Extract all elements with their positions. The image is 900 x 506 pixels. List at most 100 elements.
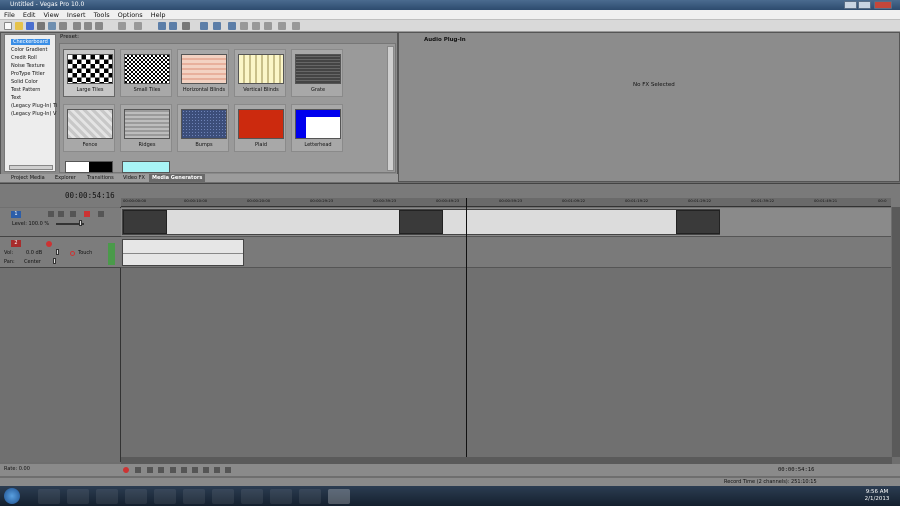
app-taskbar-icon[interactable] [270, 489, 292, 504]
play-icon[interactable] [158, 467, 164, 473]
play-from-start-icon[interactable] [147, 467, 153, 473]
generator-test-pattern[interactable]: Test Pattern [11, 87, 40, 93]
loop-icon[interactable] [135, 467, 141, 473]
zoom-tool-icon[interactable] [200, 22, 208, 30]
audio-event[interactable] [122, 239, 244, 266]
copy-icon[interactable] [73, 22, 81, 30]
automation-icon[interactable] [70, 251, 75, 256]
preset-fence[interactable]: Fence [63, 104, 115, 152]
minimize-button[interactable] [844, 1, 857, 9]
generator-list-hscroll[interactable] [9, 165, 53, 170]
preset-vertical-blinds[interactable]: Vertical Blinds [234, 49, 286, 97]
snapping-icon[interactable] [213, 22, 221, 30]
properties-icon[interactable] [37, 22, 45, 30]
automation-mode[interactable]: Touch [78, 250, 92, 256]
tab-explorer[interactable]: Explorer [52, 174, 79, 182]
close-button[interactable] [874, 1, 892, 9]
audio-track-header[interactable]: 2 Vol: 0.0 dB Touch Pan: Center [0, 237, 121, 268]
arm-record-icon[interactable] [46, 241, 52, 247]
go-to-start-icon[interactable] [192, 467, 198, 473]
tab-transitions[interactable]: Transitions [84, 174, 117, 182]
video-track-header[interactable]: 1 Level: 100.0 % [0, 208, 121, 237]
generator-color-gradient[interactable]: Color Gradient [11, 47, 47, 53]
preset-ridges[interactable]: Ridges [120, 104, 172, 152]
preset-vscroll[interactable] [387, 46, 394, 171]
ignore-grouping-icon[interactable] [264, 22, 272, 30]
track-fx-icon[interactable] [70, 211, 76, 217]
menu-view[interactable]: View [39, 10, 62, 20]
menu-tools[interactable]: Tools [90, 10, 114, 20]
playhead-cursor[interactable] [466, 198, 467, 457]
vegas-taskbar-icon[interactable] [328, 489, 350, 504]
undo-icon[interactable] [118, 22, 126, 30]
preset-horizontal-blinds[interactable]: Horizontal Blinds [177, 49, 229, 97]
go-to-end-icon[interactable] [203, 467, 209, 473]
explorer-taskbar-icon[interactable] [38, 489, 60, 504]
timeline-hscroll[interactable] [121, 457, 892, 464]
lock-envelopes-icon[interactable] [252, 22, 260, 30]
menu-insert[interactable]: Insert [63, 10, 90, 20]
bypass-motion-blur-icon[interactable] [48, 211, 54, 217]
open-icon[interactable] [15, 22, 23, 30]
generator-solid-color[interactable]: Solid Color [11, 79, 38, 85]
new-project-icon[interactable] [4, 22, 12, 30]
pause-icon[interactable] [170, 467, 176, 473]
save-icon[interactable] [26, 22, 34, 30]
paste-icon[interactable] [84, 22, 92, 30]
app-taskbar-icon[interactable] [154, 489, 176, 504]
preset-letterhead[interactable]: Letterhead [291, 104, 343, 152]
auto-ripple-icon[interactable] [240, 22, 248, 30]
menu-file[interactable]: File [0, 10, 19, 20]
whats-this-help-icon[interactable] [292, 22, 300, 30]
firefox-taskbar-icon[interactable] [183, 489, 205, 504]
preset-small-tiles[interactable]: Small Tiles [120, 49, 172, 97]
tab-video-fx[interactable]: Video FX [120, 174, 148, 182]
vol-slider-knob[interactable] [56, 249, 59, 255]
menu-help[interactable]: Help [147, 10, 170, 20]
level-slider-knob[interactable] [79, 220, 82, 226]
render-icon[interactable] [48, 22, 56, 30]
cut-icon[interactable] [59, 22, 67, 30]
preset-grate[interactable]: Grate [291, 49, 343, 97]
selection-tool-icon[interactable] [182, 22, 190, 30]
solo-icon[interactable] [98, 211, 104, 217]
generator-credit-roll[interactable]: Credit Roll [11, 55, 37, 61]
preset-partial-thumbnail[interactable] [65, 161, 113, 173]
redo-icon[interactable] [134, 22, 142, 30]
menu-options[interactable]: Options [114, 10, 147, 20]
record-icon[interactable] [123, 467, 129, 473]
preset-bumps[interactable]: Bumps [177, 104, 229, 152]
notepad-taskbar-icon[interactable] [241, 489, 263, 504]
generator-protype-titler[interactable]: ProType Titler [11, 71, 45, 77]
start-button-icon[interactable] [4, 488, 20, 504]
stop-icon[interactable] [181, 467, 187, 473]
app-taskbar-icon[interactable] [212, 489, 234, 504]
next-frame-icon[interactable] [225, 467, 231, 473]
photoshop-taskbar-icon[interactable] [299, 489, 321, 504]
generator-legacy-video[interactable]: (Legacy Plug-In) V [11, 111, 56, 117]
timeline-ruler[interactable]: 00:00:00:00 00:00:10:00 00:00:20:00 00:0… [121, 198, 891, 207]
tab-project-media[interactable]: Project Media [8, 174, 48, 182]
timeline-vscroll[interactable] [892, 207, 900, 457]
generator-legacy-titles[interactable]: (Legacy Plug-In) Ti [11, 103, 57, 109]
menu-edit[interactable]: Edit [19, 10, 40, 20]
online-help-icon[interactable] [278, 22, 286, 30]
system-clock[interactable]: 9:56 AM 2/1/2013 [862, 489, 892, 503]
internet-explorer-taskbar-icon[interactable] [96, 489, 118, 504]
hp-taskbar-icon[interactable] [125, 489, 147, 504]
tab-media-generators[interactable]: Media Generators [149, 174, 206, 182]
generator-text[interactable]: Text [11, 95, 21, 101]
generator-checkerboard[interactable]: Checkerboard [11, 39, 50, 45]
auto-crossfade-icon[interactable] [228, 22, 236, 30]
normal-edit-tool-icon[interactable] [158, 22, 166, 30]
envelope-tool-icon[interactable] [169, 22, 177, 30]
media-player-taskbar-icon[interactable] [67, 489, 89, 504]
preset-partial-thumbnail[interactable] [122, 161, 170, 173]
track-motion-icon[interactable] [58, 211, 64, 217]
pan-slider-knob[interactable] [53, 258, 56, 264]
generator-noise-texture[interactable]: Noise Texture [11, 63, 45, 69]
delete-icon[interactable] [95, 22, 103, 30]
maximize-button[interactable] [858, 1, 871, 9]
preset-large-tiles[interactable]: Large Tiles [63, 49, 115, 97]
previous-frame-icon[interactable] [214, 467, 220, 473]
